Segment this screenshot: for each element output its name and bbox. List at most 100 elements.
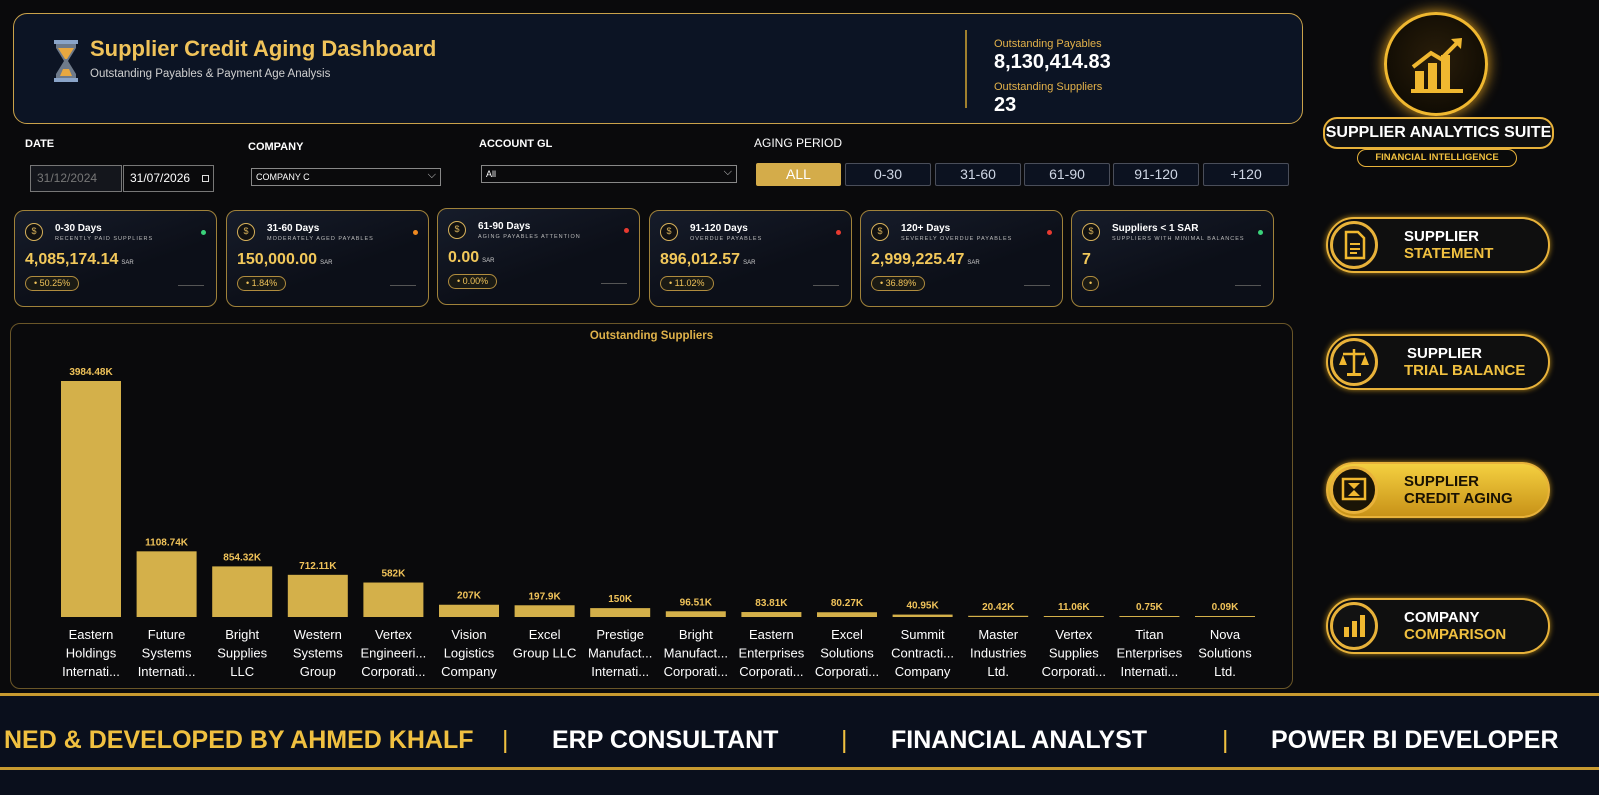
- nav-supplier-statement[interactable]: SUPPLIER STATEMENT: [1326, 217, 1550, 273]
- card-divider: [1024, 285, 1050, 286]
- bar-3[interactable]: [287, 574, 348, 617]
- bar-1[interactable]: [136, 551, 197, 617]
- bar-label-4: 582K: [381, 569, 406, 580]
- category-label-10: Corporati...: [815, 664, 879, 679]
- account-gl-select[interactable]: All ⌵: [481, 165, 737, 183]
- category-label-3: Group: [300, 664, 336, 679]
- bar-14[interactable]: [1119, 616, 1180, 617]
- calendar-icon[interactable]: [202, 175, 209, 182]
- aging-period-label: AGING PERIOD: [754, 136, 843, 150]
- category-label-8: Corporati...: [664, 664, 728, 679]
- nav-label-line1: SUPPLIER: [1407, 345, 1483, 362]
- aging-btn-all[interactable]: ALL: [756, 163, 841, 186]
- card-divider: [813, 285, 839, 286]
- card-value: 896,012.57 SAR: [660, 251, 756, 268]
- bar-6[interactable]: [514, 605, 575, 617]
- card-title: 120+ Days: [901, 223, 951, 234]
- card-value: 4,085,174.14 SAR: [25, 251, 134, 268]
- bar-0[interactable]: [61, 381, 121, 617]
- category-label-2: LLC: [230, 664, 254, 679]
- outstanding-suppliers-chart: Outstanding Suppliers 3984.48K Eastern Hol…: [10, 323, 1293, 689]
- category-label-11: Contracti...: [891, 646, 954, 661]
- footer-separator: |: [841, 726, 848, 754]
- company-select[interactable]: COMPANY C ⌵: [251, 168, 441, 186]
- category-label-12: Master: [978, 627, 1018, 642]
- category-label-6: Excel: [529, 627, 561, 642]
- aging-btn-91-120[interactable]: 91-120: [1113, 163, 1199, 186]
- bar-chart-svg: 3984.48K Eastern Holdings Internati... 1108.…: [61, 367, 1255, 679]
- bar-label-10: 80.27K: [831, 598, 864, 609]
- coin-icon: $: [448, 221, 466, 239]
- outstanding-suppliers-value: 23: [994, 94, 1017, 116]
- bar-label-9: 83.81K: [755, 598, 788, 609]
- category-label-0: Eastern: [69, 627, 114, 642]
- bar-chart-icon: [1330, 602, 1378, 650]
- card-subtitle: SUPPLIERS WITH MINIMAL BALANCES: [1112, 236, 1245, 242]
- kpi-card-61-90[interactable]: $ 61-90 Days AGING PAYABLES ATTENTION 0.…: [437, 208, 640, 305]
- chevron-down-icon[interactable]: ⌵: [428, 169, 436, 182]
- category-label-15: Nova: [1210, 627, 1241, 642]
- bar-10[interactable]: [817, 612, 877, 617]
- aging-btn-61-90[interactable]: 61-90: [1024, 163, 1110, 186]
- category-label-15: Ltd.: [1214, 664, 1236, 679]
- account-gl-label: ACCOUNT GL: [479, 138, 553, 150]
- kpi-card-0-30[interactable]: $ 0-30 Days RECENTLY PAID SUPPLIERS 4,08…: [14, 210, 217, 307]
- card-divider: [1235, 285, 1261, 286]
- card-percent-badge: • 0.00%: [448, 274, 498, 289]
- bar-8[interactable]: [665, 611, 726, 617]
- kpi-card-minimal-balance[interactable]: $ Suppliers < 1 SAR SUPPLIERS WITH MINIM…: [1071, 210, 1274, 307]
- bar-15[interactable]: [1195, 616, 1255, 617]
- status-dot: [413, 230, 418, 235]
- category-label-14: Titan: [1135, 627, 1163, 642]
- kpi-card-120-plus[interactable]: $ 120+ Days SEVERELY OVERDUE PAYABLES 2,…: [860, 210, 1063, 307]
- category-label-5: Company: [441, 664, 497, 679]
- card-title: 31-60 Days: [267, 223, 320, 234]
- bar-13[interactable]: [1043, 616, 1104, 617]
- nav-company-comparison[interactable]: COMPANY COMPARISON: [1326, 598, 1550, 654]
- kpi-card-91-120[interactable]: $ 91-120 Days OVERDUE PAYABLES 896,012.5…: [649, 210, 852, 307]
- status-dot: [836, 230, 841, 235]
- bar-9[interactable]: [741, 612, 802, 617]
- category-label-4: Corporati...: [361, 664, 425, 679]
- card-percent-badge: •: [1082, 276, 1100, 291]
- category-label-5: Vision: [451, 627, 486, 642]
- category-label-5: Logistics: [444, 646, 495, 661]
- card-subtitle: AGING PAYABLES ATTENTION: [478, 234, 581, 240]
- bar-label-12: 20.42K: [982, 602, 1015, 613]
- coin-icon: $: [660, 223, 678, 241]
- bar-12[interactable]: [968, 615, 1029, 617]
- bar-2[interactable]: [212, 566, 273, 617]
- category-label-9: Corporati...: [739, 664, 803, 679]
- nav-supplier-credit-aging[interactable]: SUPPLIER CREDIT AGING: [1326, 462, 1550, 518]
- bar-label-11: 40.95K: [906, 601, 939, 612]
- hourglass-icon: [54, 40, 78, 82]
- footer-separator: |: [502, 726, 509, 754]
- nav-label-line2: CREDIT AGING: [1404, 490, 1513, 507]
- aging-btn-0-30[interactable]: 0-30: [845, 163, 931, 186]
- card-subtitle: OVERDUE PAYABLES: [690, 236, 763, 242]
- coin-icon: $: [871, 223, 889, 241]
- bar-7[interactable]: [590, 608, 651, 617]
- bar-label-3: 712.11K: [299, 561, 337, 572]
- footer-role-pbi: POWER BI DEVELOPER: [1271, 726, 1559, 754]
- kpi-card-31-60[interactable]: $ 31-60 Days MODERATELY AGED PAYABLES 15…: [226, 210, 429, 307]
- bar-5[interactable]: [439, 604, 499, 617]
- footer-role-erp: ERP CONSULTANT: [552, 726, 779, 754]
- category-label-14: Enterprises: [1117, 646, 1183, 661]
- bar-label-6: 197.9K: [528, 591, 561, 602]
- status-dot: [201, 230, 206, 235]
- card-percent-badge: • 50.25%: [25, 276, 80, 291]
- date-to-input[interactable]: 31/07/2026: [123, 165, 214, 192]
- category-label-11: Company: [895, 664, 951, 679]
- nav-label-line2: TRIAL BALANCE: [1404, 362, 1526, 379]
- chevron-down-icon[interactable]: ⌵: [724, 166, 732, 179]
- bar-11[interactable]: [892, 614, 953, 617]
- aging-btn-31-60[interactable]: 31-60: [935, 163, 1021, 186]
- aging-btn-120-plus[interactable]: +120: [1203, 163, 1289, 186]
- outstanding-payables-value: 8,130,414.83: [994, 51, 1111, 73]
- suite-title: SUPPLIER ANALYTICS SUITE: [1323, 117, 1554, 149]
- date-from-input[interactable]: 31/12/2024: [30, 165, 122, 192]
- bar-4[interactable]: [363, 582, 424, 617]
- card-percent-badge: • 1.84%: [237, 276, 287, 291]
- nav-supplier-trial-balance[interactable]: SUPPLIER TRIAL BALANCE: [1326, 334, 1550, 390]
